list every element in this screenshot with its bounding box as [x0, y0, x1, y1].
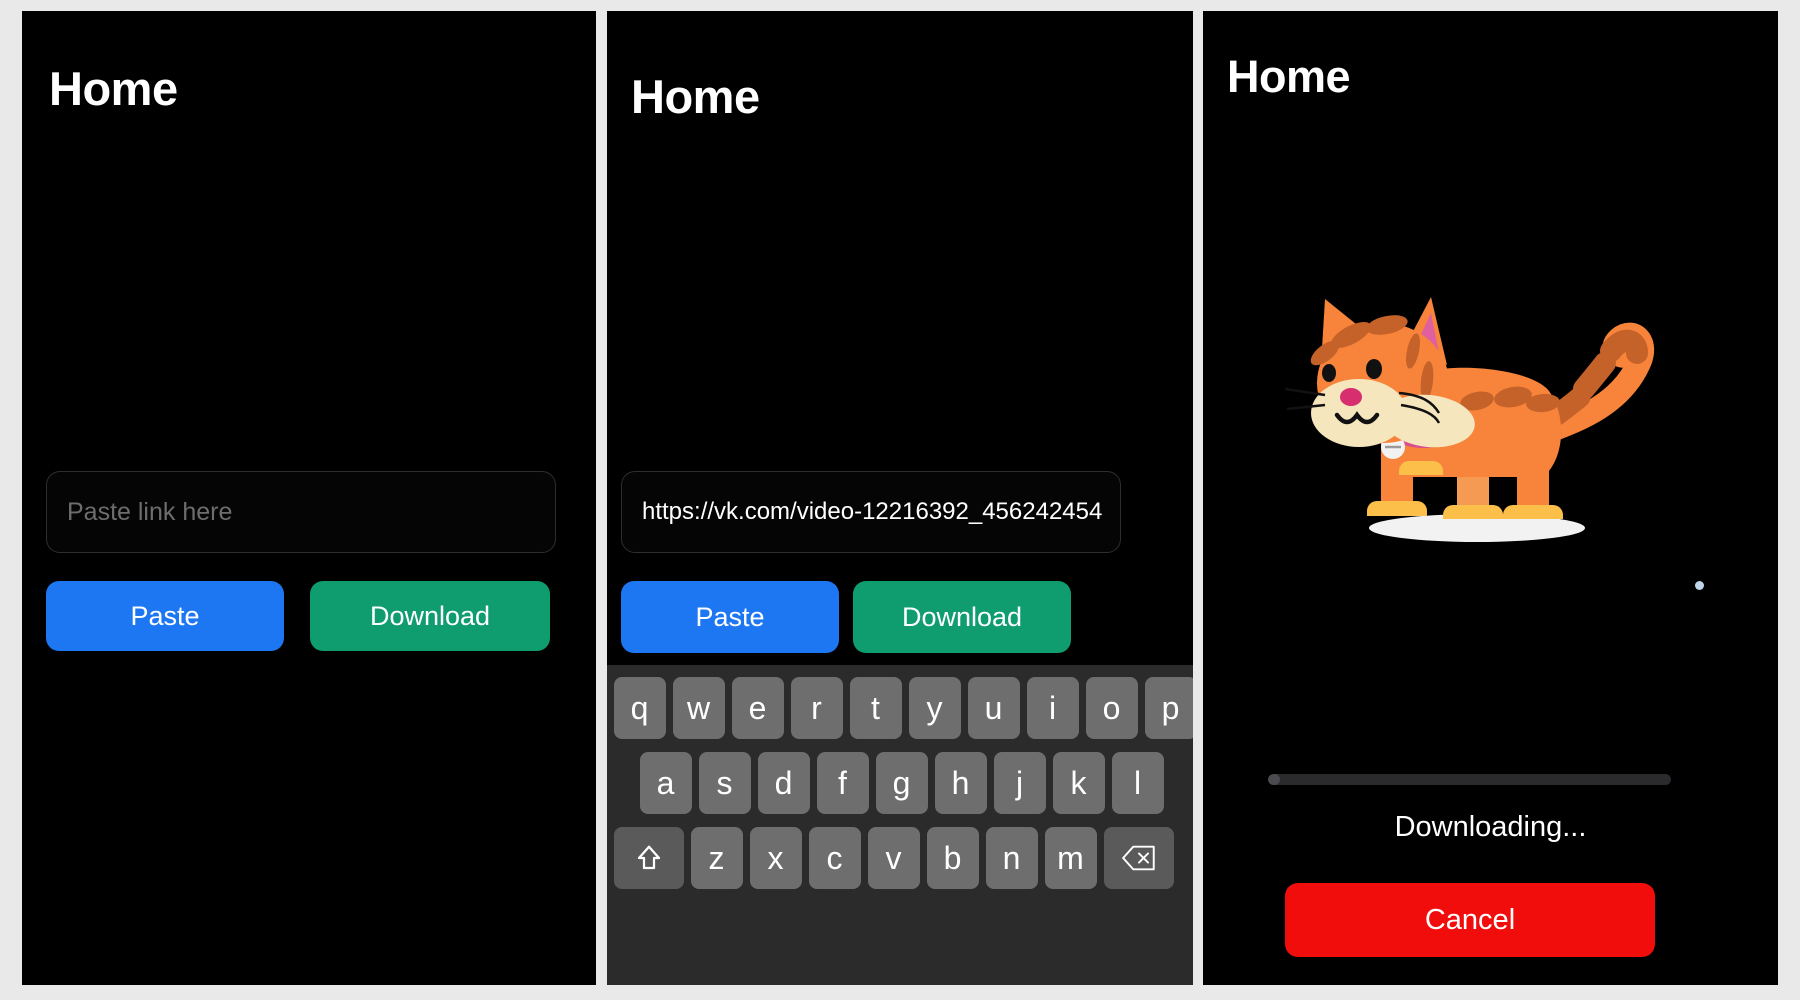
key-b[interactable]: b — [926, 827, 979, 889]
cat-eye-right — [1365, 359, 1382, 379]
key-q[interactable]: q — [613, 677, 666, 739]
key-y[interactable]: y — [908, 677, 961, 739]
link-input[interactable]: https://vk.com/video-12216392_456242454 — [621, 471, 1121, 553]
backspace-icon — [1121, 845, 1155, 871]
key-c[interactable]: c — [808, 827, 861, 889]
keyboard-row-3: zxcvbnm — [607, 827, 1193, 889]
keyboard-row-2: asdfghjkl — [607, 752, 1193, 814]
key-j[interactable]: j — [993, 752, 1046, 814]
key-k[interactable]: k — [1052, 752, 1105, 814]
screenshot-board: Home Paste link here Paste Download Home… — [0, 0, 1800, 1000]
keyboard-row-1: qwertyuiop — [607, 677, 1193, 739]
key-n[interactable]: n — [985, 827, 1038, 889]
action-button-row: Paste Download — [46, 581, 550, 651]
download-status-text: Downloading... — [1394, 811, 1587, 843]
page-title: Home — [49, 62, 178, 115]
key-e[interactable]: e — [731, 677, 784, 739]
key-d[interactable]: d — [757, 752, 810, 814]
paste-button[interactable]: Paste — [46, 581, 284, 651]
key-z[interactable]: z — [690, 827, 743, 889]
paste-button[interactable]: Paste — [621, 581, 839, 653]
download-progress-fill — [1268, 774, 1281, 785]
shift-icon-key[interactable] — [613, 827, 684, 889]
download-progress-bar — [1268, 774, 1671, 785]
phone-screen-empty-input: Home Paste link here Paste Download — [22, 11, 596, 985]
key-x[interactable]: x — [749, 827, 802, 889]
key-p[interactable]: p — [1144, 677, 1193, 739]
key-h[interactable]: h — [934, 752, 987, 814]
cat-front-paw — [1366, 501, 1427, 516]
key-f[interactable]: f — [816, 752, 869, 814]
cat-illustration — [1203, 291, 1778, 591]
page-title: Home — [631, 70, 760, 123]
app-screen: Home https://vk.com/video-12216392_45624… — [607, 11, 1193, 985]
loading-dot — [1695, 581, 1704, 590]
action-button-row: Paste Download — [621, 581, 1071, 653]
key-m[interactable]: m — [1044, 827, 1097, 889]
key-s[interactable]: s — [698, 752, 751, 814]
cat-nose — [1339, 388, 1362, 406]
key-r[interactable]: r — [790, 677, 843, 739]
key-l[interactable]: l — [1111, 752, 1164, 814]
page-title: Home — [1227, 51, 1351, 102]
key-a[interactable]: a — [639, 752, 692, 814]
key-g[interactable]: g — [875, 752, 928, 814]
cat-back-paw — [1502, 505, 1563, 519]
app-screen: Home Paste link here Paste Download — [22, 11, 596, 985]
key-o[interactable]: o — [1085, 677, 1138, 739]
link-input[interactable]: Paste link here — [46, 471, 556, 553]
key-u[interactable]: u — [967, 677, 1020, 739]
key-v[interactable]: v — [867, 827, 920, 889]
phone-screen-url-entered: Home https://vk.com/video-12216392_45624… — [607, 11, 1193, 985]
cat-eye-left — [1321, 364, 1336, 382]
backspace-icon-key[interactable] — [1103, 827, 1174, 889]
shift-icon — [637, 845, 660, 870]
app-screen: Home Downloading... Cancel — [1203, 11, 1778, 985]
key-w[interactable]: w — [672, 677, 725, 739]
phone-screen-downloading: Home Downloading... Cancel — [1203, 11, 1778, 985]
download-button[interactable]: Download — [310, 581, 550, 651]
on-screen-keyboard[interactable]: qwertyuiop asdfghjkl zxcvbnm — [607, 665, 1193, 985]
download-button[interactable]: Download — [853, 581, 1071, 653]
key-i[interactable]: i — [1026, 677, 1079, 739]
key-t[interactable]: t — [849, 677, 902, 739]
cancel-button[interactable]: Cancel — [1285, 883, 1655, 957]
cat-illustration-svg — [1284, 297, 1654, 542]
